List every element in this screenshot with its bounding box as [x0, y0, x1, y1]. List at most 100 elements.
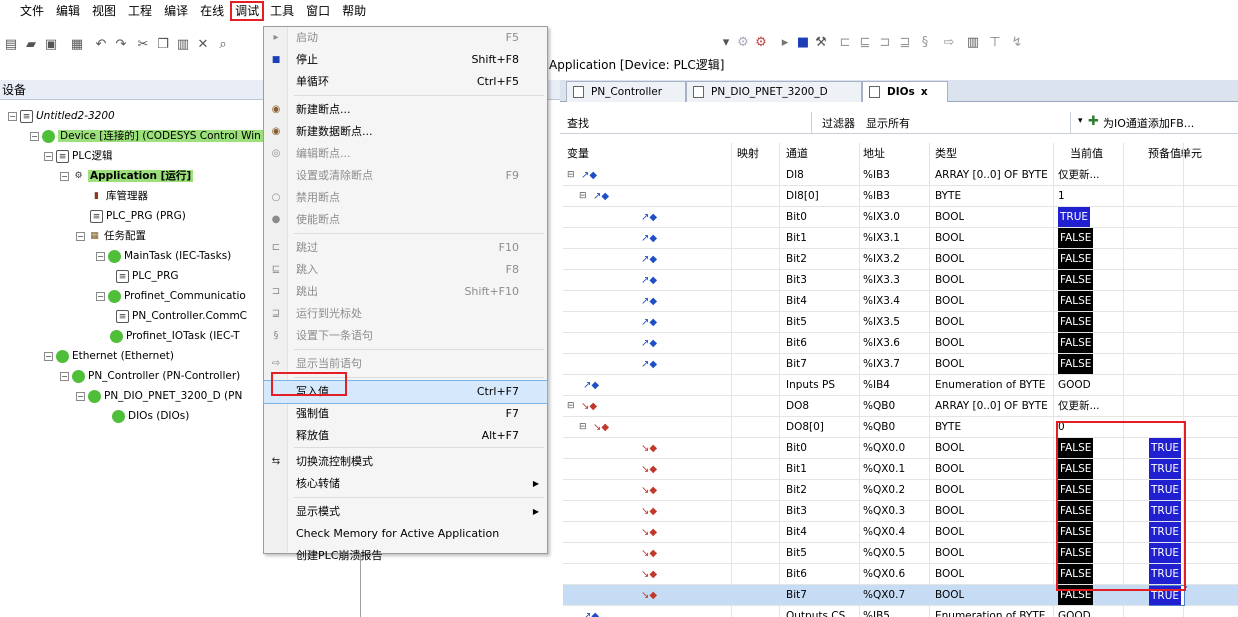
set-next-statement-icon[interactable]: §: [918, 36, 932, 50]
tree-plc-logic[interactable]: − ≡ PLC逻辑: [44, 146, 113, 166]
collapse-icon[interactable]: ⊟: [567, 165, 575, 186]
tree-pn-controller[interactable]: − PN_Controller (PN-Controller): [60, 366, 240, 386]
collapse-icon[interactable]: −: [60, 371, 69, 381]
tree-profinet-iotask[interactable]: Profinet_IOTask (IEC-T: [110, 326, 240, 346]
menu-item[interactable]: 编辑: [50, 1, 86, 21]
filter-dropdown[interactable]: 显示所有: [866, 115, 910, 131]
menu-item[interactable]: 编译: [158, 1, 194, 21]
reset-icon[interactable]: ⚒: [814, 36, 828, 50]
tree-library-manager[interactable]: ▮ 库管理器: [90, 186, 148, 206]
delete-icon[interactable]: ✕: [196, 38, 210, 52]
tree-project[interactable]: − ≡ Untitled2-3200: [8, 106, 115, 126]
run-to-cursor-icon[interactable]: ⊒: [898, 36, 912, 50]
menu-item[interactable]: 调试: [230, 1, 265, 21]
collapse-icon[interactable]: −: [96, 291, 105, 301]
paste-icon[interactable]: ▥: [176, 38, 190, 52]
collapse-icon[interactable]: −: [44, 151, 53, 161]
menu-item[interactable]: 工具: [264, 1, 300, 21]
context-menu-item[interactable]: 核心转储 ▶: [264, 473, 547, 495]
context-menu-item[interactable]: ◉ 新建断点...: [264, 99, 547, 121]
context-menu-item[interactable]: Check Memory for Active Application: [264, 523, 547, 545]
col-type-header[interactable]: 类型: [935, 143, 957, 165]
tree-maintask-plc-prg[interactable]: ≡ PLC_PRG: [116, 266, 179, 286]
undo-icon[interactable]: ↶: [94, 38, 108, 52]
context-menu-item[interactable]: 释放值 Alt+F7: [264, 425, 547, 447]
context-menu-item[interactable]: ■ 停止 Shift+F8: [264, 49, 547, 71]
active-application-label[interactable]: Application [Device: PLC逻辑]: [549, 56, 724, 73]
context-menu-item[interactable]: § 设置下一条语句: [264, 325, 547, 347]
stop-icon[interactable]: ■: [796, 36, 810, 50]
tree-device[interactable]: − Device [连接的] (CODESYS Control Win: [30, 126, 263, 146]
col-address-header[interactable]: 地址: [863, 143, 885, 165]
step-over-icon[interactable]: ⊏: [838, 36, 852, 50]
context-menu-item[interactable]: 创建PLC崩溃报告: [264, 545, 547, 567]
tree-application[interactable]: − ⚙ Application [运行]: [60, 166, 194, 186]
context-menu-item[interactable]: ⊒ 运行到光标处: [264, 303, 547, 325]
collapse-icon[interactable]: −: [8, 111, 17, 121]
context-menu-item[interactable]: ◎ 编辑断点...: [264, 143, 547, 165]
context-menu-item[interactable]: 强制值 F7: [264, 403, 547, 425]
col-channel-header[interactable]: 通道: [786, 143, 808, 165]
dropdown-arrow-icon[interactable]: ▾: [719, 36, 733, 50]
menu-item[interactable]: 工程: [122, 1, 158, 21]
write-values-icon[interactable]: ▥: [966, 36, 980, 50]
logout-icon[interactable]: ⚙: [754, 36, 768, 50]
tree-maintask[interactable]: − MainTask (IEC-Tasks): [96, 246, 231, 266]
collapse-icon[interactable]: −: [44, 351, 53, 361]
dropdown-arrow-icon[interactable]: ▾: [1078, 116, 1083, 126]
print-icon[interactable]: ▦: [70, 38, 84, 52]
context-menu-item[interactable]: 单循环 Ctrl+F5: [264, 71, 547, 93]
tab-pn-controller[interactable]: PN_Controller: [566, 81, 686, 102]
show-current-icon[interactable]: ⇨: [942, 36, 956, 50]
add-fb-button[interactable]: 为IO通道添加FB...: [1103, 115, 1194, 131]
context-menu-item[interactable]: ⊐ 跳出 Shift+F10: [264, 281, 547, 303]
tree-task-config[interactable]: − ▦ 任务配置: [76, 226, 146, 246]
tree-profinet-comm[interactable]: − Profinet_Communicatio: [96, 286, 246, 306]
new-file-icon[interactable]: ▤: [4, 38, 18, 52]
menu-item[interactable]: 在线: [194, 1, 230, 21]
collapse-icon[interactable]: −: [30, 131, 39, 141]
col-prepared-value-header[interactable]: 预备值: [1148, 143, 1181, 165]
close-tab-icon[interactable]: x: [921, 86, 928, 98]
menu-item[interactable]: 窗口: [300, 1, 336, 21]
save-icon[interactable]: ▣: [44, 38, 58, 52]
collapse-icon[interactable]: ⊟: [579, 186, 587, 207]
menu-item[interactable]: 帮助: [336, 1, 372, 21]
col-mapping-header[interactable]: 映射: [737, 143, 759, 165]
collapse-icon[interactable]: ⊟: [567, 396, 575, 417]
context-menu-item[interactable]: ⇆ 切换流控制模式: [264, 451, 547, 473]
tab-dios[interactable]: DIOs x: [862, 81, 948, 102]
collapse-icon[interactable]: −: [96, 251, 105, 261]
context-menu-item[interactable]: ◉ 新建数据断点...: [264, 121, 547, 143]
step-into-icon[interactable]: ⊑: [858, 36, 872, 50]
context-menu-item[interactable]: 设置或清除断点 F9: [264, 165, 547, 187]
context-menu-item[interactable]: ○ 禁用断点: [264, 187, 547, 209]
run-icon[interactable]: ▸: [778, 36, 792, 50]
copy-icon[interactable]: ❐: [156, 38, 170, 52]
context-menu-item[interactable]: ⊏ 跳过 F10: [264, 237, 547, 259]
find-label[interactable]: 查找: [567, 115, 589, 131]
force-values-icon[interactable]: ⊤: [988, 36, 1002, 50]
collapse-icon[interactable]: −: [76, 391, 85, 401]
tree-pn-dio[interactable]: − PN_DIO_PNET_3200_D (PN: [76, 386, 242, 406]
collapse-icon[interactable]: ⊟: [579, 417, 587, 438]
login-icon[interactable]: ⚙: [736, 36, 750, 50]
open-folder-icon[interactable]: ▰: [24, 38, 38, 52]
find-icon[interactable]: ⌕: [216, 38, 230, 52]
collapse-icon[interactable]: −: [76, 231, 85, 241]
collapse-icon[interactable]: −: [60, 171, 69, 181]
redo-icon[interactable]: ↷: [114, 38, 128, 52]
menu-item[interactable]: 文件: [14, 1, 50, 21]
context-menu-item[interactable]: ▸ 启动 F5: [264, 27, 547, 49]
cut-icon[interactable]: ✂: [136, 38, 150, 52]
context-menu-item[interactable]: 显示模式 ▶: [264, 501, 547, 523]
tree-plc-prg[interactable]: ≡ PLC_PRG (PRG): [90, 206, 186, 226]
tree-dios[interactable]: DIOs (DIOs): [112, 406, 189, 426]
col-variable-header[interactable]: 变量: [567, 143, 589, 165]
tree-ethernet[interactable]: − Ethernet (Ethernet): [44, 346, 174, 366]
context-menu-item[interactable]: ⊑ 跳入 F8: [264, 259, 547, 281]
tree-pn-controller-comm[interactable]: ≡ PN_Controller.CommC: [116, 306, 247, 326]
col-current-value-header[interactable]: 当前值: [1070, 143, 1103, 165]
step-out-icon[interactable]: ⊐: [878, 36, 892, 50]
release-values-icon[interactable]: ↯: [1010, 36, 1024, 50]
